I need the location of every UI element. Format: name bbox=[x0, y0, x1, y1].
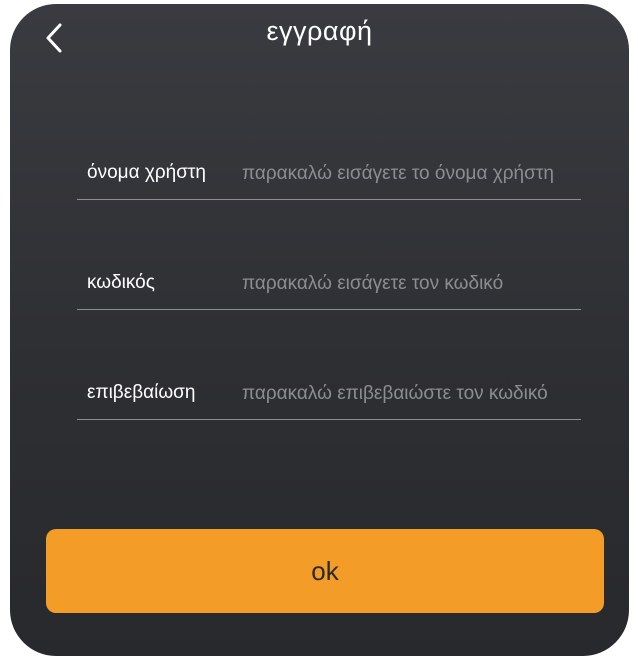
password-divider bbox=[77, 309, 581, 310]
ok-button[interactable]: ok bbox=[46, 529, 604, 613]
confirm-row: επιβεβαίωση bbox=[77, 364, 582, 474]
password-label: κωδικός bbox=[87, 272, 155, 293]
registration-panel: εγγραφή όνομα χρήστη κωδικός επιβεβαίωση… bbox=[10, 4, 629, 656]
confirm-password-divider bbox=[77, 419, 581, 420]
username-label: όνομα χρήστη bbox=[87, 162, 206, 183]
username-row: όνομα χρήστη bbox=[77, 144, 582, 254]
registration-form: όνομα χρήστη κωδικός επιβεβαίωση bbox=[77, 144, 582, 474]
page-title: εγγραφή bbox=[266, 16, 373, 46]
password-row: κωδικός bbox=[77, 254, 582, 364]
username-input[interactable] bbox=[242, 154, 582, 194]
password-input[interactable] bbox=[242, 264, 582, 304]
confirm-password-label: επιβεβαίωση bbox=[87, 382, 196, 403]
username-divider bbox=[77, 199, 581, 200]
confirm-password-input[interactable] bbox=[242, 374, 582, 414]
